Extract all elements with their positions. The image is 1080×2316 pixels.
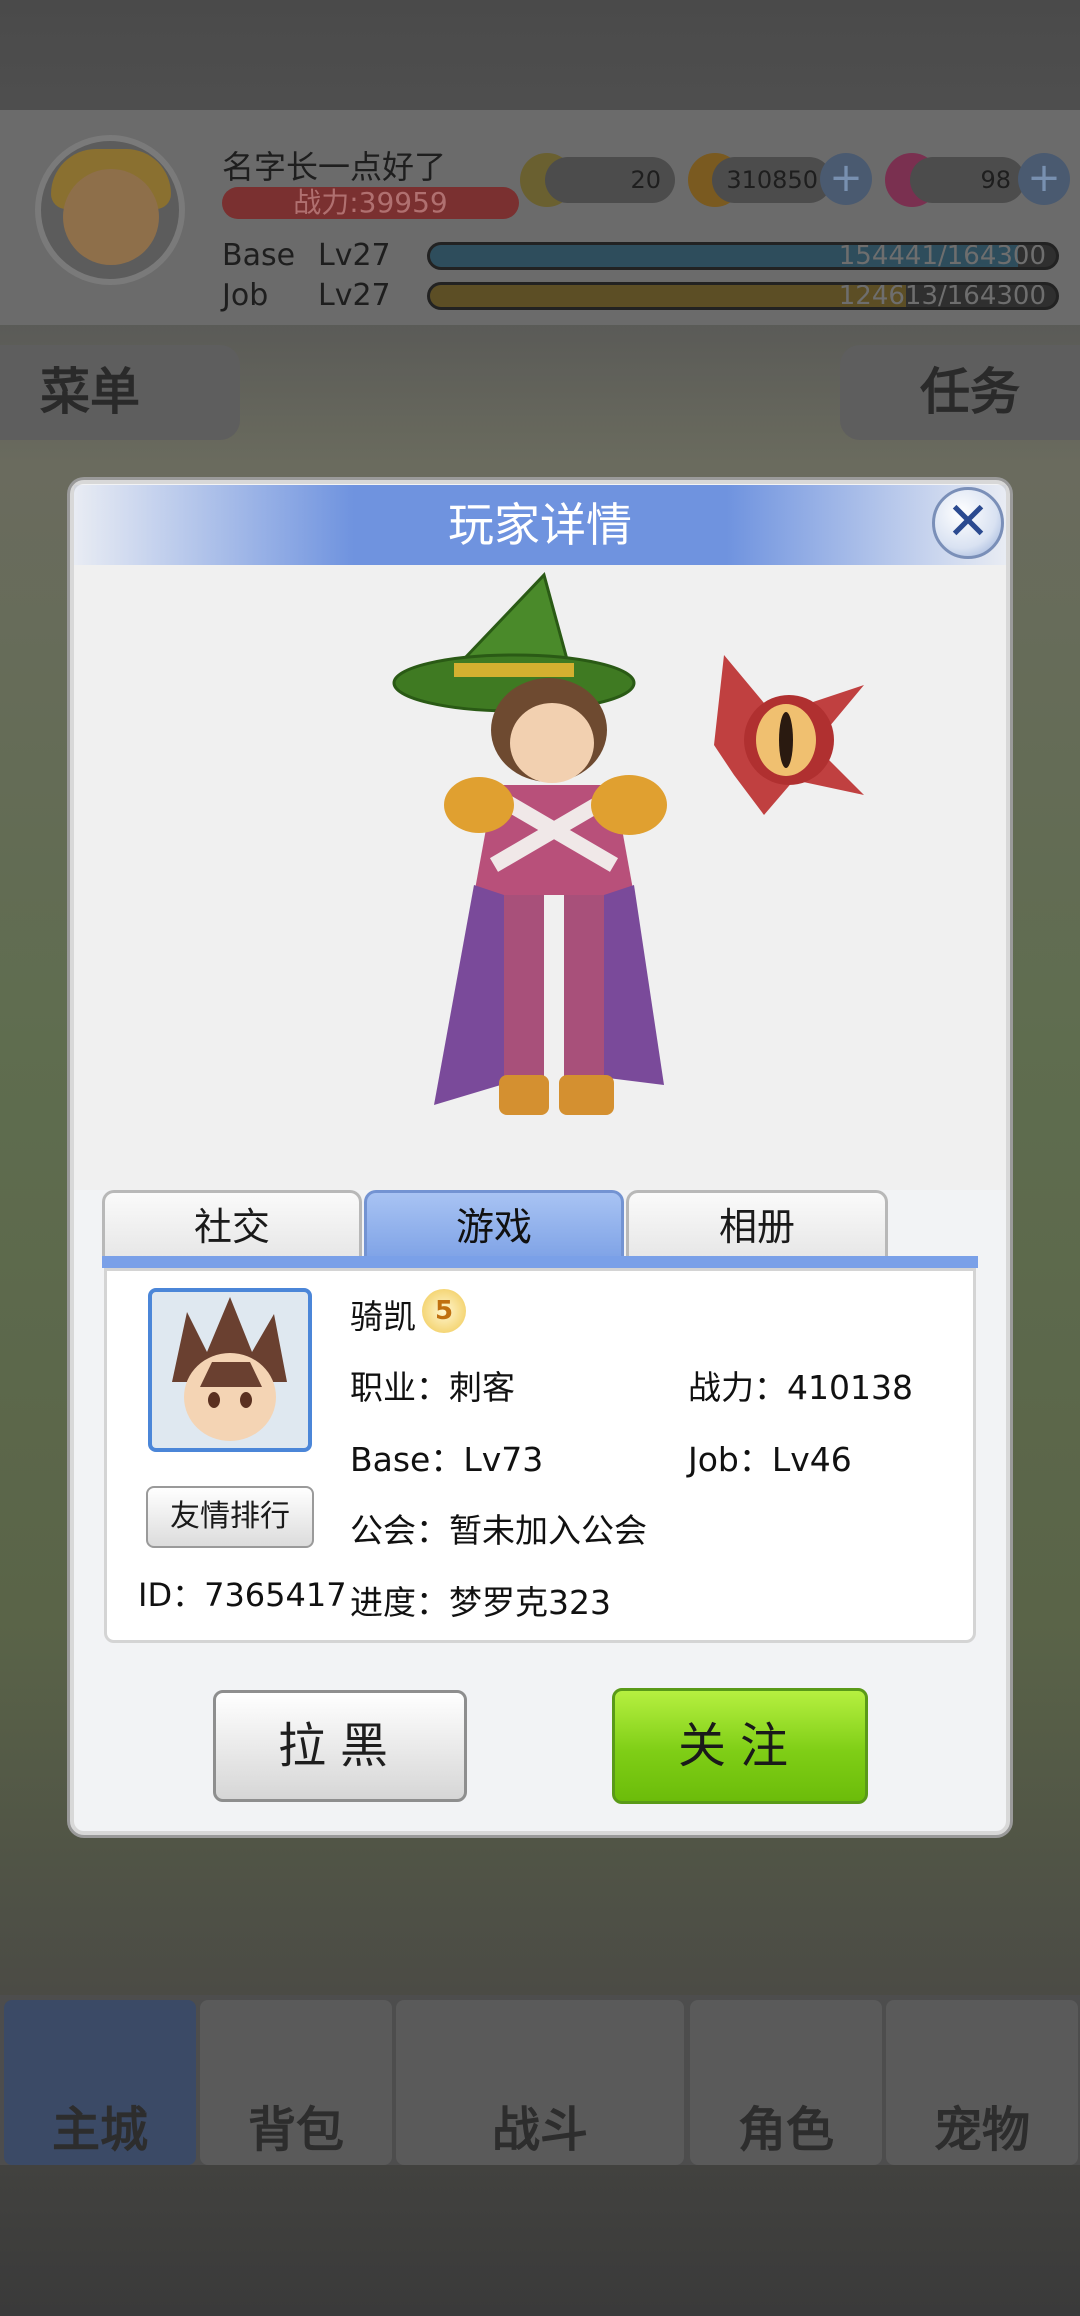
currency-1-value: 20 (545, 157, 675, 203)
left-shoulder-armor (444, 777, 514, 833)
right-shoulder-armor (591, 775, 667, 835)
job-label: Job (222, 278, 269, 313)
dialog-title: 玩家详情 (448, 498, 632, 552)
job-exp-text: 124613/164300 (838, 282, 1046, 310)
nav-bag[interactable]: 背包 (200, 2000, 392, 2165)
base-exp-text: 154441/164300 (838, 242, 1046, 270)
job-level: Lv27 (318, 278, 391, 313)
base-level: Lv27 (318, 238, 391, 273)
eye-pet (714, 655, 864, 815)
follow-button[interactable]: 关注 (612, 1688, 868, 1804)
base-label: Base (222, 238, 296, 273)
player-avatar[interactable] (35, 135, 185, 285)
player-power-detail: 战力：410138 (688, 1368, 913, 1407)
currency-2-value: 310850 (712, 157, 832, 203)
left-leg (504, 895, 544, 1085)
player-base-level: Base：Lv73 (350, 1440, 544, 1479)
avatar-face (63, 169, 159, 265)
right-leg (564, 895, 604, 1085)
nav-pet[interactable]: 宠物 (886, 2000, 1078, 2165)
face (510, 703, 594, 783)
player-portrait (148, 1288, 312, 1452)
player-name: 名字长一点好了 (222, 148, 447, 186)
friend-rank-button[interactable]: 友情排行 (146, 1486, 314, 1548)
menu-button[interactable]: 菜单 (0, 345, 240, 440)
character-sprite (392, 572, 864, 1115)
player-guild: 公会：暂未加入公会 (350, 1511, 647, 1550)
vip-badge-icon: 5 (422, 1289, 466, 1333)
nav-battle[interactable]: 战斗 (396, 2000, 684, 2165)
character-preview (74, 565, 1006, 1190)
hat-band (454, 663, 574, 677)
player-job: 职业：刺客 (350, 1368, 515, 1407)
player-job-level: Job：Lv46 (688, 1440, 852, 1479)
tab-social[interactable]: 社交 (102, 1190, 362, 1260)
tab-game[interactable]: 游戏 (364, 1190, 624, 1260)
nav-main-city[interactable]: 主城 (4, 2000, 196, 2165)
task-button[interactable]: 任务 (840, 345, 1080, 440)
block-button[interactable]: 拉黑 (213, 1690, 467, 1802)
add-gem-button[interactable]: + (1018, 153, 1070, 205)
player-power: 战力:39959 (222, 187, 519, 219)
job-exp-fill (430, 285, 906, 307)
player-id: ID：7365417 (138, 1576, 347, 1614)
tab-album[interactable]: 相册 (626, 1190, 888, 1260)
right-boot (559, 1075, 614, 1115)
left-boot (499, 1075, 549, 1115)
close-icon[interactable]: ✕ (932, 487, 1004, 559)
currency-3-value: 98 (910, 157, 1025, 203)
portrait-art (172, 1297, 287, 1441)
tab-underline (102, 1256, 978, 1268)
add-gold-button[interactable]: + (820, 153, 872, 205)
player-detail-name: 骑凯 (350, 1297, 416, 1336)
job-exp-bar: 124613/164300 (427, 282, 1059, 310)
player-progress: 进度：梦罗克323 (350, 1583, 611, 1622)
base-exp-bar: 154441/164300 (427, 242, 1059, 270)
nav-character[interactable]: 角色 (690, 2000, 882, 2165)
